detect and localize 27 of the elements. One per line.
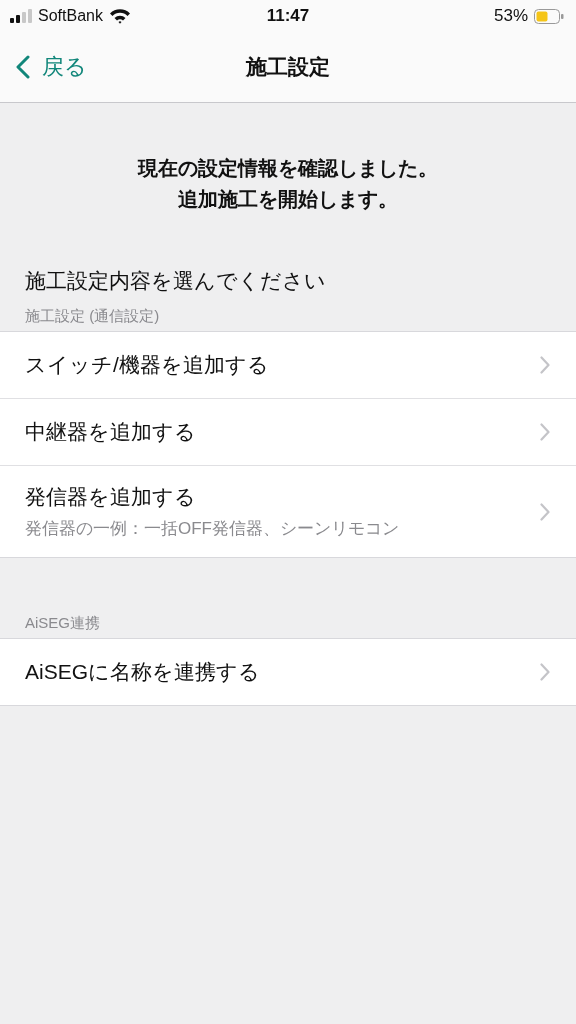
prompt-text: 施工設定内容を選んでください [24,268,327,294]
back-button[interactable]: 戻る [16,52,87,82]
list-item[interactable]: スイッチ/機器を追加する [0,332,576,398]
section-header: 施工設定 (通信設定) [24,307,161,326]
item-label: スイッチ/機器を追加する [25,352,269,378]
status-time: 11:47 [266,6,310,26]
list-item[interactable]: AiSEGに名称を連携する [0,639,576,705]
list-item[interactable]: 発信器を追加する 発信器の一例：一括OFF発信器、シーンリモコン [0,465,576,557]
list-item[interactable]: 中継器を追加する [0,398,576,465]
battery-icon [534,8,564,24]
item-label: 発信器を追加する [25,484,197,510]
carrier-name: SoftBank [38,7,103,25]
info-message: 現在の設定情報を確認しました。 [136,156,439,181]
info-message: 追加施工を開始します。 [177,187,399,212]
nav-title: 施工設定 [246,54,330,80]
battery-percent: 53% [493,6,528,26]
signal-icon [10,9,32,23]
wifi-icon [108,8,131,24]
section-header: AiSEG連携 [24,614,101,633]
chevron-left-icon [16,55,30,79]
chevron-right-icon [540,663,550,681]
chevron-right-icon [540,502,550,521]
item-subtitle: 発信器の一例：一括OFF発信器、シーンリモコン [25,518,399,540]
item-label: AiSEGに名称を連携する [25,659,261,685]
chevron-right-icon [540,356,550,374]
chevron-right-icon [540,423,550,441]
item-label: 中継器を追加する [25,419,196,445]
